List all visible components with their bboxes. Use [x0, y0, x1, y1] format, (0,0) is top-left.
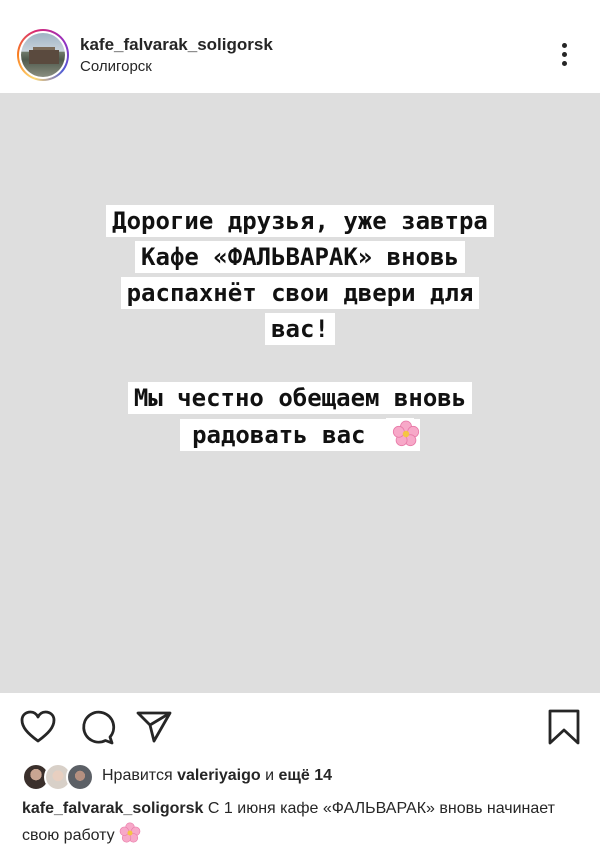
more-options-button[interactable] — [552, 38, 576, 72]
story-line: вас! — [0, 313, 600, 345]
story-line: распахнёт свои двери для — [0, 277, 600, 309]
username-link[interactable]: kafe_falvarak_soligorsk — [80, 35, 273, 55]
location-link[interactable]: Солигорск — [80, 58, 152, 75]
save-button[interactable] — [544, 707, 584, 747]
post-image[interactable]: Дорогие друзья, уже завтра Кафе «ФАЛЬВАР… — [0, 93, 600, 693]
heart-icon — [20, 710, 56, 743]
cherry-blossom-icon — [119, 822, 141, 844]
caption: kafe_falvarak_soligorsk С 1 июня кафе «Ф… — [22, 796, 582, 849]
likes-count[interactable]: ещё 14 — [279, 767, 333, 784]
caption-author[interactable]: kafe_falvarak_soligorsk — [22, 800, 203, 817]
story-line: Мы честно обещаем вновь — [0, 382, 600, 414]
likes-conjunction: и — [265, 767, 275, 784]
liker-username[interactable]: valeriyaigo — [177, 767, 261, 784]
comment-icon — [82, 710, 116, 745]
likes-text[interactable]: Нравится valeriyaigo и ещё 14 — [102, 767, 332, 785]
like-button[interactable] — [18, 707, 58, 747]
likes-prefix: Нравится — [102, 767, 173, 784]
cherry-blossom-icon — [385, 418, 420, 447]
bookmark-icon — [548, 709, 580, 745]
post-actions — [0, 693, 600, 763]
story-line: радовать вас — [0, 418, 600, 451]
liker-avatar[interactable] — [66, 763, 94, 791]
story-line: Кафе «ФАЛЬВАРАК» вновь — [0, 241, 600, 273]
likes-row: Нравится valeriyaigo и ещё 14 — [22, 763, 582, 791]
share-button[interactable] — [134, 707, 174, 747]
story-line: Дорогие друзья, уже завтра — [0, 205, 600, 237]
avatar[interactable] — [17, 29, 69, 81]
send-icon — [136, 711, 172, 743]
post-header: kafe_falvarak_soligorsk Солигорск — [0, 0, 600, 93]
comment-button[interactable] — [77, 707, 117, 747]
